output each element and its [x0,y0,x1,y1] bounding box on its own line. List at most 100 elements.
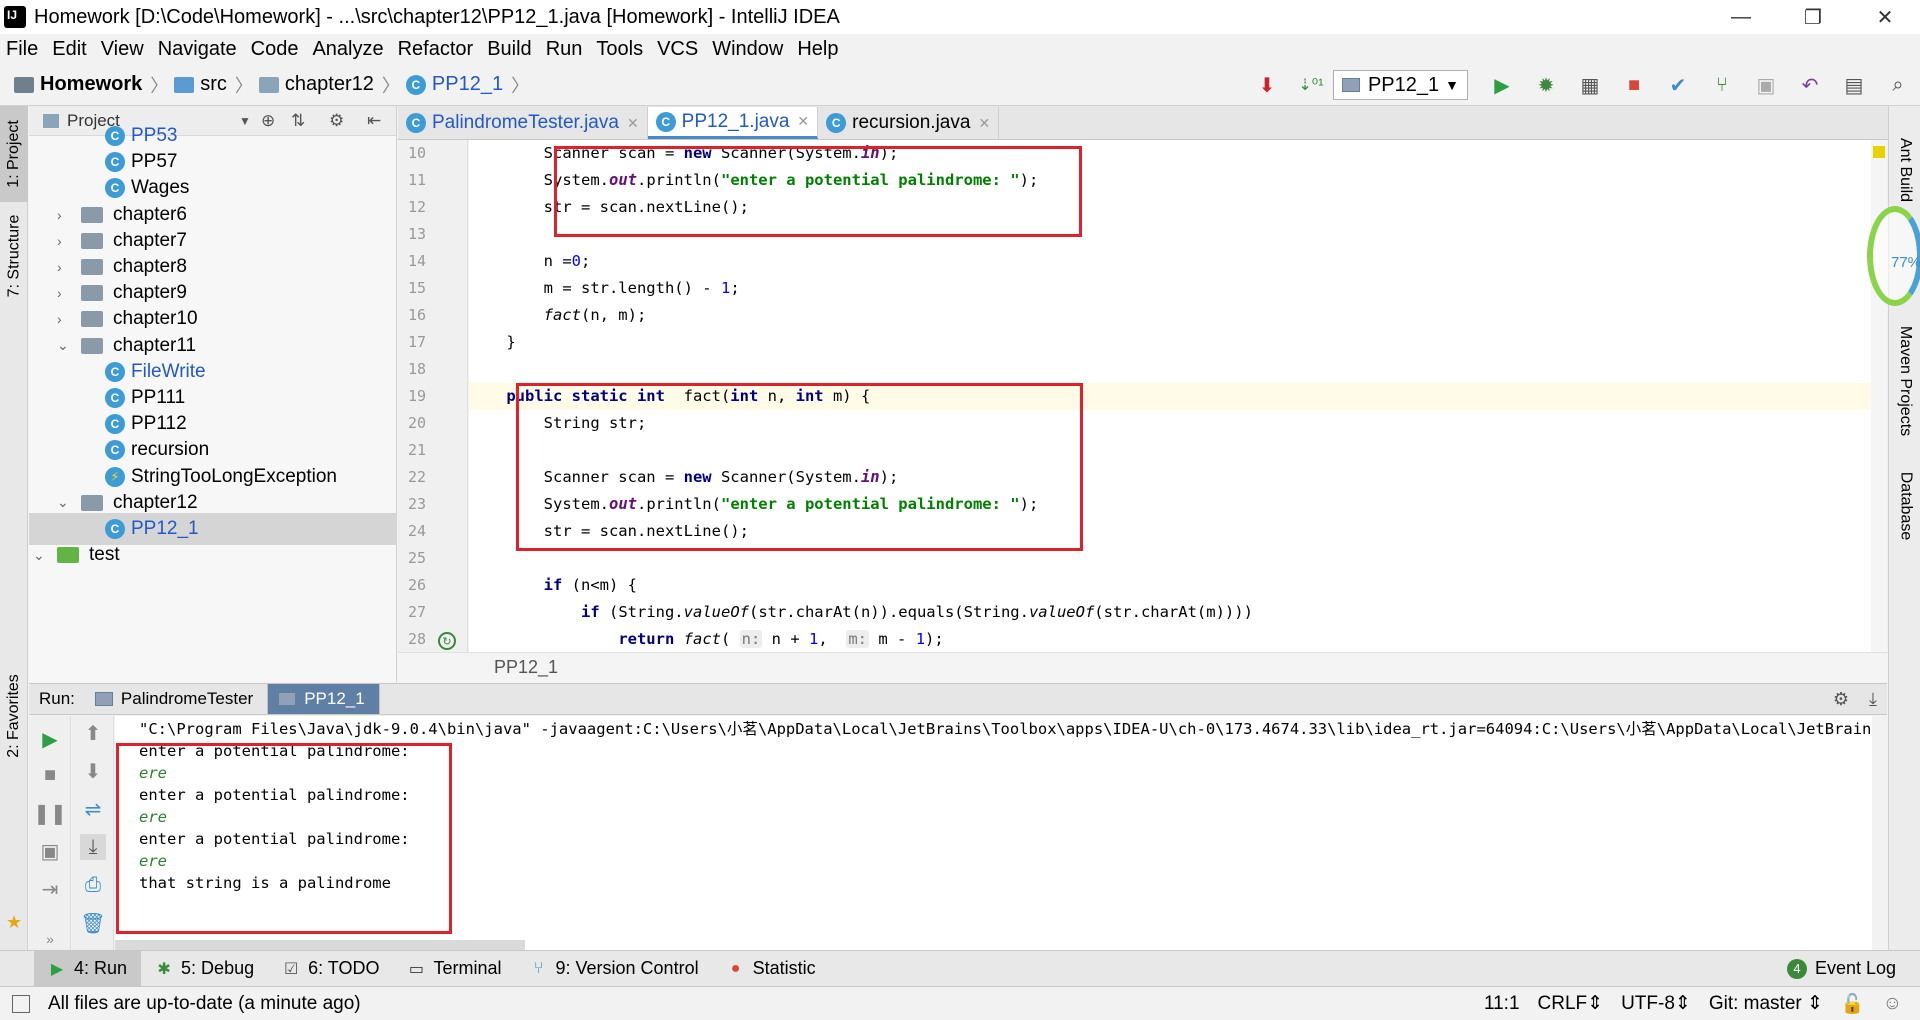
menu-code[interactable]: Code [251,38,299,61]
tab-structure-tool[interactable]: 7: Structure [0,206,28,306]
run-tab-palindrome-tester[interactable]: PalindromeTester [85,684,269,714]
tab-database[interactable]: Database [1889,446,1920,566]
tool-event-log[interactable]: 4 Event Log [1773,951,1910,987]
memory-meter[interactable]: 77% [1867,206,1920,306]
menu-build[interactable]: Build [487,38,531,61]
git-branch[interactable]: Git: master ⇕ [1709,992,1823,1015]
run-tab-pp12-1[interactable]: PP12_1 [268,684,380,714]
panel-toggle-icon[interactable] [12,994,30,1013]
code-editor[interactable]: Scanner scan = new Scanner(System.in); S… [469,140,1887,652]
vcs-history-icon[interactable]: ▣ [1752,71,1780,99]
restore-button[interactable]: ❐ [1778,0,1848,34]
vcs-commit-icon[interactable]: ⑂ [1708,71,1736,99]
file-encoding[interactable]: UTF-8⇕ [1621,992,1691,1015]
chevron-right-icon[interactable]: › [57,285,71,301]
coverage-icon[interactable]: ▦ [1576,71,1604,99]
tab-ant-build[interactable]: Ant Build [1889,120,1920,220]
hide-panel-icon[interactable]: ⤓ [1869,689,1877,710]
tab-pp12-1[interactable]: C PP12_1.java ✕ [647,107,819,139]
code-line-15: m = str.length() - 1; [469,279,740,297]
chevron-right-icon[interactable]: › [57,233,71,249]
tool-debug[interactable]: ✱ 5: Debug [141,951,268,987]
run-configuration-select[interactable]: PP12_1 ▼ [1332,70,1468,100]
menu-file[interactable]: File [6,38,38,61]
tree-item-label: Wages [131,177,190,199]
close-tab-icon[interactable]: ✕ [627,115,639,132]
project-structure-icon[interactable]: ▤ [1840,71,1868,99]
debug-icon[interactable]: ✹ [1532,71,1560,99]
tree-item[interactable]: ⌄ test [29,539,397,571]
menu-vcs[interactable]: VCS [657,38,698,61]
tab-favorites-tool[interactable]: 2: Favorites [0,666,28,766]
inspector-icon[interactable]: ☺ [1883,993,1902,1015]
breadcrumb-src[interactable]: src 〉 [174,72,253,98]
chevron-down-icon[interactable]: ⌄ [33,547,47,564]
class-icon: C [105,126,125,146]
search-icon[interactable]: ⌕ [1884,71,1912,99]
close-tab-icon[interactable]: ✕ [978,115,990,132]
menu-bar: File Edit View Navigate Code Analyze Ref… [0,34,1920,64]
menu-analyze[interactable]: Analyze [312,38,383,61]
trash-icon[interactable]: 🗑 [80,910,106,936]
run-console[interactable]: "C:\Program Files\Java\jdk-9.0.4\bin\jav… [115,716,1872,950]
close-tab-icon[interactable]: ✕ [797,113,809,130]
chevron-down-icon[interactable]: ⌄ [57,337,71,354]
tree-item-label: PP112 [131,413,187,435]
menu-refactor[interactable]: Refactor [398,38,474,61]
tab-palindrome-tester[interactable]: C PalindromeTester.java ✕ [398,107,648,139]
breadcrumb-project[interactable]: Homework 〉 [14,72,168,98]
stop-icon[interactable]: ■ [1620,71,1648,99]
right-tool-stripe: Ant Build 77% Maven Projects Database [1867,106,1920,950]
tool-todo[interactable]: ☑ 6: TODO [268,951,393,987]
tree-item-label: chapter11 [113,334,197,356]
revert-icon[interactable]: ↶ [1796,71,1824,99]
menu-edit[interactable]: Edit [52,38,86,61]
sort-icon[interactable]: ⇣⁰¹ [1297,71,1325,99]
tab-project-tool[interactable]: 1: Project [0,106,28,202]
print-icon[interactable]: ⎙ [80,872,106,898]
more-icon[interactable]: » [37,926,63,952]
line-number: 16 [407,306,426,324]
chevron-down-icon[interactable]: ⌄ [57,494,71,511]
soft-wrap-icon[interactable]: ⇌ [80,796,106,822]
chevron-right-icon[interactable]: › [57,311,71,327]
breadcrumb-package[interactable]: chapter12 〉 [258,72,400,98]
chevron-right-icon[interactable]: › [57,259,71,275]
down-arrow-icon[interactable]: ⬇ [80,758,106,784]
console-horizontal-scrollbar[interactable] [115,940,525,950]
tool-run[interactable]: ▶ 4: Run [34,950,142,987]
stop-icon[interactable]: ■ [37,762,63,788]
exit-icon[interactable]: ⇥ [37,876,63,902]
menu-tools[interactable]: Tools [596,38,643,61]
run-icon[interactable]: ▶ [1488,71,1516,99]
cursor-position[interactable]: 11:1 [1484,993,1520,1015]
up-arrow-icon[interactable]: ⬆ [80,720,106,746]
gear-icon[interactable]: ⚙ [1833,689,1849,710]
menu-navigate[interactable]: Navigate [158,38,237,61]
tool-terminal[interactable]: ▭ Terminal [393,951,515,987]
scroll-to-end-icon[interactable]: ⤓ [80,834,106,860]
line-separator[interactable]: CRLF⇕ [1538,992,1604,1015]
camera-icon[interactable]: ▣ [37,838,63,864]
minimize-button[interactable]: — [1706,0,1776,34]
tree-item-label: chapter6 [113,203,187,225]
lock-icon[interactable]: 🔓 [1841,992,1865,1016]
breadcrumb-class[interactable]: C PP12_1 〉 [405,72,529,98]
pause-icon[interactable]: ❚❚ [33,800,67,826]
menu-help[interactable]: Help [797,38,838,61]
left-tool-stripe: 1: Project 7: Structure 2: Favorites ★ [0,106,28,950]
chevron-right-icon[interactable]: › [57,207,71,223]
download-arrow-icon[interactable]: ⬇ [1253,71,1281,99]
vcs-update-icon[interactable]: ✔ [1664,71,1692,99]
menu-window[interactable]: Window [712,38,783,61]
tool-version-control[interactable]: ⑂ 9: Version Control [516,951,713,987]
tab-recursion[interactable]: C recursion.java ✕ [818,107,1000,139]
menu-run[interactable]: Run [546,38,583,61]
tab-maven-projects[interactable]: Maven Projects [1889,306,1920,456]
tool-statistic[interactable]: ● Statistic [713,951,830,987]
close-button[interactable]: ✕ [1850,0,1920,34]
rerun-icon[interactable]: ▶ [37,726,63,752]
menu-view[interactable]: View [101,38,144,61]
recursive-call-icon: ↻ [438,632,456,650]
